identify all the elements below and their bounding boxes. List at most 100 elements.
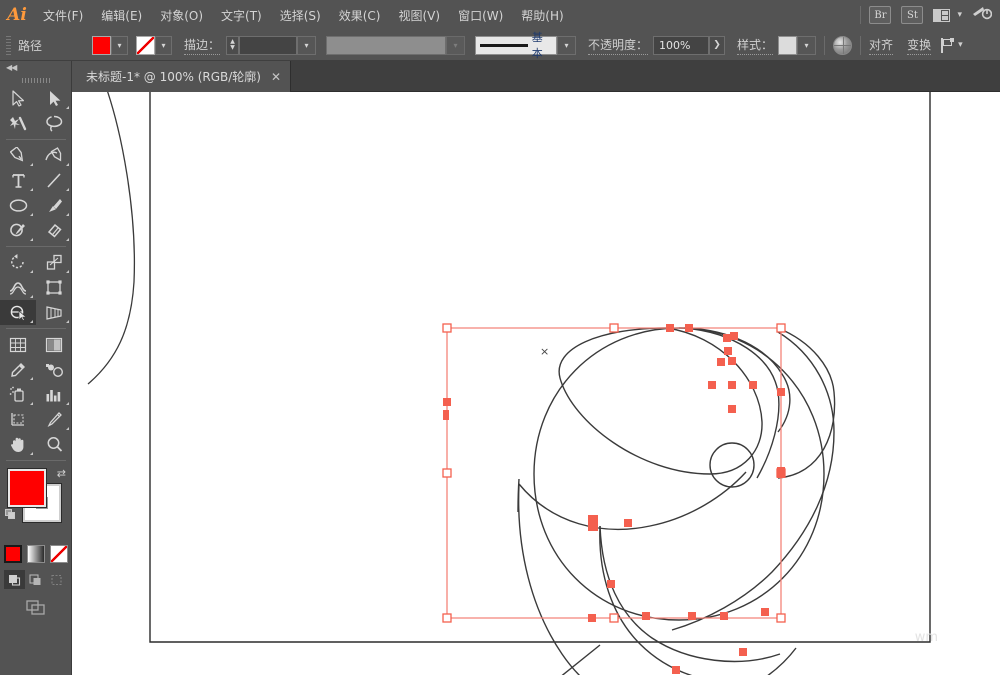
stroke-weight-stepper[interactable]: ▲ ▼ <box>226 35 240 55</box>
menu-effect[interactable]: 效果(C) <box>330 0 390 30</box>
draw-normal-button[interactable] <box>4 570 25 589</box>
menu-select[interactable]: 选择(S) <box>271 0 330 30</box>
color-mode-button[interactable] <box>3 545 22 563</box>
lasso-tool[interactable] <box>36 111 72 136</box>
menu-window[interactable]: 窗口(W) <box>449 0 512 30</box>
anchor-point <box>588 614 596 622</box>
collapse-panel-icon[interactable]: ◀◀ <box>0 61 71 74</box>
graphic-style-swatch[interactable] <box>778 35 798 55</box>
none-mode-button[interactable] <box>49 545 68 563</box>
artboard-tool[interactable] <box>0 407 36 432</box>
style-chevron-icon[interactable]: ▾ <box>797 35 817 55</box>
curvature-tool[interactable] <box>36 143 72 168</box>
bridge-button[interactable]: Br <box>869 6 892 24</box>
line-segment-tool[interactable] <box>36 168 72 193</box>
menu-bar: Ai 文件(F) 编辑(E) 对象(O) 文字(T) 选择(S) 效果(C) 视… <box>0 0 1000 30</box>
artboard-boundary <box>149 92 931 643</box>
screen-mode-row <box>0 598 71 617</box>
selection-tool[interactable] <box>0 86 36 111</box>
stroke-profile-select[interactable] <box>326 35 447 55</box>
close-icon[interactable]: ✕ <box>271 70 281 84</box>
chevron-down-icon[interactable]: ▾ <box>957 10 962 20</box>
offscreen-arc-path <box>87 92 136 385</box>
chevron-down-icon[interactable]: ▾ <box>958 40 963 50</box>
stroke-profile-chevron-icon[interactable]: ▾ <box>446 35 466 55</box>
blend-tool[interactable] <box>36 357 72 382</box>
stroke-dropdown-chevron-icon[interactable]: ▾ <box>155 35 172 55</box>
anchor-point <box>443 410 449 420</box>
menu-type[interactable]: 文字(T) <box>212 0 271 30</box>
default-fill-stroke-icon[interactable] <box>5 509 16 520</box>
hand-tool[interactable] <box>0 432 36 457</box>
head-curve-path <box>678 327 791 433</box>
menu-file[interactable]: 文件(F) <box>34 0 92 30</box>
shaper-tool[interactable] <box>0 218 36 243</box>
perspective-grid-tool[interactable] <box>36 300 72 325</box>
anchor-point-options-icon[interactable] <box>941 37 955 53</box>
draw-behind-button[interactable] <box>25 570 46 589</box>
slice-tool[interactable] <box>36 407 72 432</box>
gradient-mode-button[interactable] <box>26 545 45 563</box>
arrange-documents-icon[interactable] <box>933 8 951 22</box>
stroke-weight-label: 描边： <box>184 36 221 55</box>
center-point-marker: × <box>540 345 549 358</box>
column-graph-tool[interactable] <box>36 382 72 407</box>
brush-chevron-icon[interactable]: ▾ <box>557 35 577 55</box>
scale-tool[interactable] <box>36 250 72 275</box>
fill-color-control[interactable]: ▾ <box>92 35 128 55</box>
fill-color-swatch[interactable] <box>8 469 46 507</box>
selection-handles[interactable] <box>442 323 786 623</box>
stroke-weight-input[interactable] <box>239 35 298 55</box>
document-canvas[interactable]: × wm <box>72 92 1000 675</box>
symbol-sprayer-tool[interactable] <box>0 382 36 407</box>
magic-wand-tool[interactable] <box>0 111 36 136</box>
draw-inside-button[interactable] <box>46 570 67 589</box>
stroke-weight-chevron-icon[interactable]: ▾ <box>297 35 317 55</box>
tools-panel-grip[interactable] <box>0 74 71 86</box>
workspace-switcher-icon[interactable] <box>972 5 993 25</box>
direct-selection-tool[interactable] <box>36 86 72 111</box>
free-transform-tool[interactable] <box>36 275 72 300</box>
stroke-color-control[interactable]: ▾ <box>136 35 172 55</box>
menu-edit[interactable]: 编辑(E) <box>92 0 151 30</box>
type-tool[interactable] <box>0 168 36 193</box>
fill-dropdown-chevron-icon[interactable]: ▾ <box>111 35 128 55</box>
brush-name-label: 基本 <box>531 31 543 60</box>
width-tool[interactable] <box>0 275 36 300</box>
opacity-expand-icon[interactable]: ❯ <box>709 35 726 55</box>
swap-fill-stroke-icon[interactable]: ⇄ <box>57 467 66 480</box>
anchor-point <box>688 612 696 620</box>
eyedropper-tool[interactable] <box>0 357 36 382</box>
anchor-point-eye-bottom <box>728 405 736 413</box>
anchor-point <box>720 612 728 620</box>
gradient-tool[interactable] <box>36 332 72 357</box>
graphic-styles-icon[interactable] <box>833 35 853 55</box>
menu-view[interactable]: 视图(V) <box>389 0 449 30</box>
zoom-tool[interactable] <box>36 432 72 457</box>
menu-object[interactable]: 对象(O) <box>151 0 212 30</box>
stock-button[interactable]: St <box>901 6 924 24</box>
menu-help[interactable]: 帮助(H) <box>512 0 572 30</box>
illustrator-window: Ai 文件(F) 编辑(E) 对象(O) 文字(T) 选择(S) 效果(C) 视… <box>0 0 1000 675</box>
control-bar-grip[interactable] <box>6 35 11 55</box>
transform-button[interactable]: 变换 <box>907 36 932 55</box>
opacity-input[interactable]: 100% <box>653 35 710 55</box>
document-tab-title: 未标题-1* @ 100% (RGB/轮廓) <box>86 70 261 84</box>
eraser-tool[interactable] <box>36 218 72 243</box>
shape-builder-tool[interactable] <box>0 300 36 325</box>
mesh-tool[interactable] <box>0 332 36 357</box>
align-button[interactable]: 对齐 <box>869 36 894 55</box>
pen-tool[interactable] <box>0 143 36 168</box>
ellipse-tool[interactable] <box>0 193 36 218</box>
change-screen-mode-icon[interactable] <box>25 598 46 617</box>
fill-color-swatch[interactable] <box>92 35 111 55</box>
stroke-none-swatch[interactable] <box>136 35 155 55</box>
document-tab[interactable]: 未标题-1* @ 100% (RGB/轮廓) ✕ <box>72 61 292 92</box>
rotate-tool[interactable] <box>0 250 36 275</box>
handle-bottom-right <box>776 613 786 623</box>
brush-definition-select[interactable]: 基本 <box>475 31 558 60</box>
paintbrush-tool[interactable] <box>36 193 72 218</box>
anchor-point-eye-left <box>708 381 716 389</box>
bird-artwork[interactable] <box>517 327 836 675</box>
selection-frame[interactable] <box>446 327 782 619</box>
